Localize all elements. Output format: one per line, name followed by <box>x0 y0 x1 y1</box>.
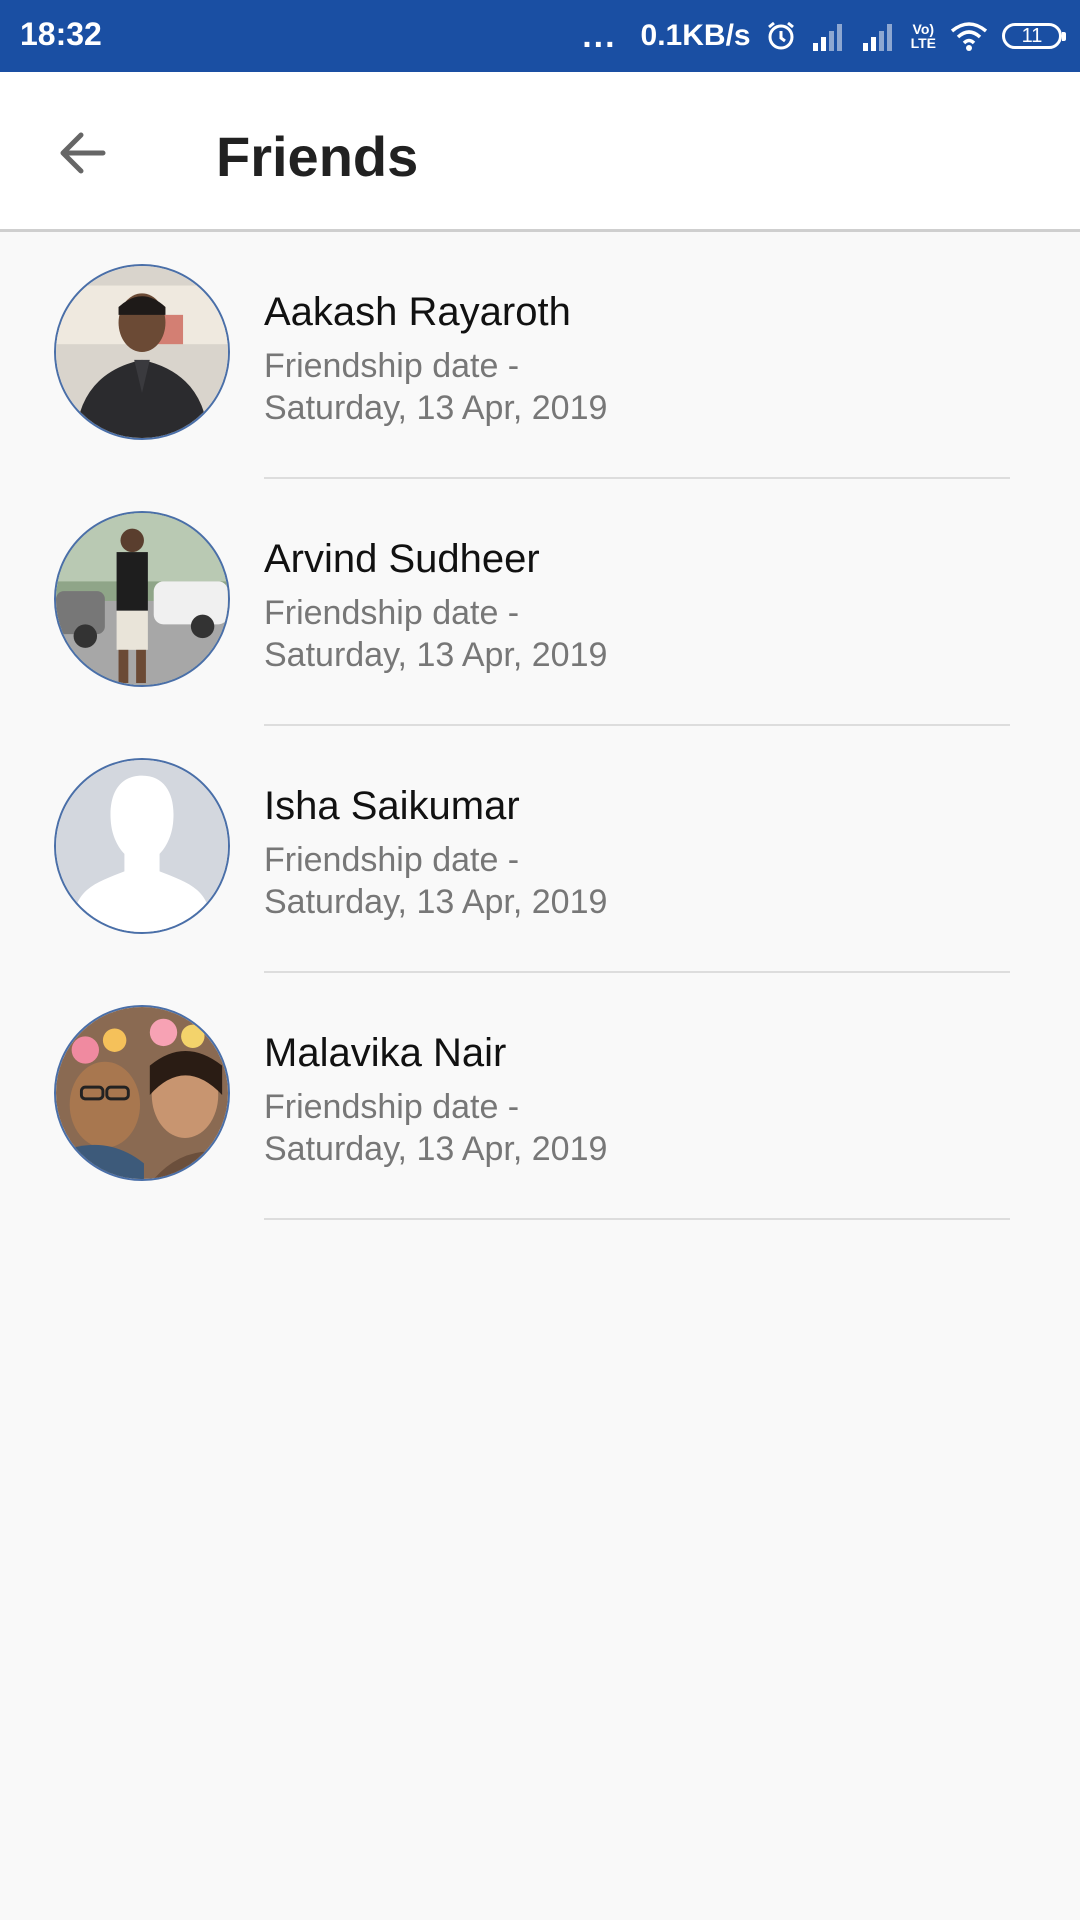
status-icons: ... 0.1KB/s Vo) LTE 11 <box>582 14 1066 58</box>
friendship-date-label: Friendship date - <box>264 594 520 632</box>
app-bar: Friends <box>0 72 1080 232</box>
friend-info: Arvind Sudheer Friendship date - Saturda… <box>264 537 607 676</box>
friend-info: Aakash Rayaroth Friendship date - Saturd… <box>264 290 607 429</box>
divider <box>264 1218 1010 1220</box>
friend-name: Aakash Rayaroth <box>264 290 571 334</box>
friend-name: Malavika Nair <box>264 1031 507 1075</box>
friendship-date: Saturday, 13 Apr, 2019 <box>264 389 608 427</box>
arrow-left-icon <box>60 132 106 174</box>
friend-row[interactable]: Isha Saikumar Friendship date - Saturday… <box>0 726 1080 973</box>
network-speed: 0.1KB/s <box>640 19 751 52</box>
signal-icon <box>811 21 847 51</box>
battery-icon: 11 <box>1002 23 1066 49</box>
wifi-icon <box>950 21 988 51</box>
friendship-date: Saturday, 13 Apr, 2019 <box>264 636 608 674</box>
avatar <box>54 758 230 934</box>
alarm-icon <box>765 20 797 52</box>
friend-info: Malavika Nair Friendship date - Saturday… <box>264 1031 607 1170</box>
friend-row[interactable]: Malavika Nair Friendship date - Saturday… <box>0 973 1080 1220</box>
avatar <box>54 264 230 440</box>
signal-icon <box>861 21 897 51</box>
friendship-date-label: Friendship date - <box>264 1088 520 1126</box>
friendship-date: Saturday, 13 Apr, 2019 <box>264 883 608 921</box>
avatar <box>54 1005 230 1181</box>
friend-row[interactable]: Aakash Rayaroth Friendship date - Saturd… <box>0 232 1080 479</box>
avatar <box>54 511 230 687</box>
page-title: Friends <box>216 125 419 188</box>
friendship-date-label: Friendship date - <box>264 841 520 879</box>
battery-level: 11 <box>1021 24 1043 47</box>
friend-name: Arvind Sudheer <box>264 537 540 581</box>
more-dots-icon: ... <box>582 17 617 55</box>
back-button[interactable] <box>40 110 126 196</box>
status-time: 18:32 <box>20 16 102 52</box>
status-bar: 18:32 ... 0.1KB/s Vo) LTE 11 <box>0 0 1080 72</box>
friends-list: Aakash Rayaroth Friendship date - Saturd… <box>0 232 1080 1220</box>
lte-label: LTE <box>910 35 936 51</box>
friend-info: Isha Saikumar Friendship date - Saturday… <box>264 784 607 923</box>
volte-icon: Vo) LTE <box>911 22 936 50</box>
friend-name: Isha Saikumar <box>264 784 520 828</box>
friendship-date: Saturday, 13 Apr, 2019 <box>264 1130 608 1168</box>
friend-row[interactable]: Arvind Sudheer Friendship date - Saturda… <box>0 479 1080 726</box>
friendship-date-label: Friendship date - <box>264 347 520 385</box>
